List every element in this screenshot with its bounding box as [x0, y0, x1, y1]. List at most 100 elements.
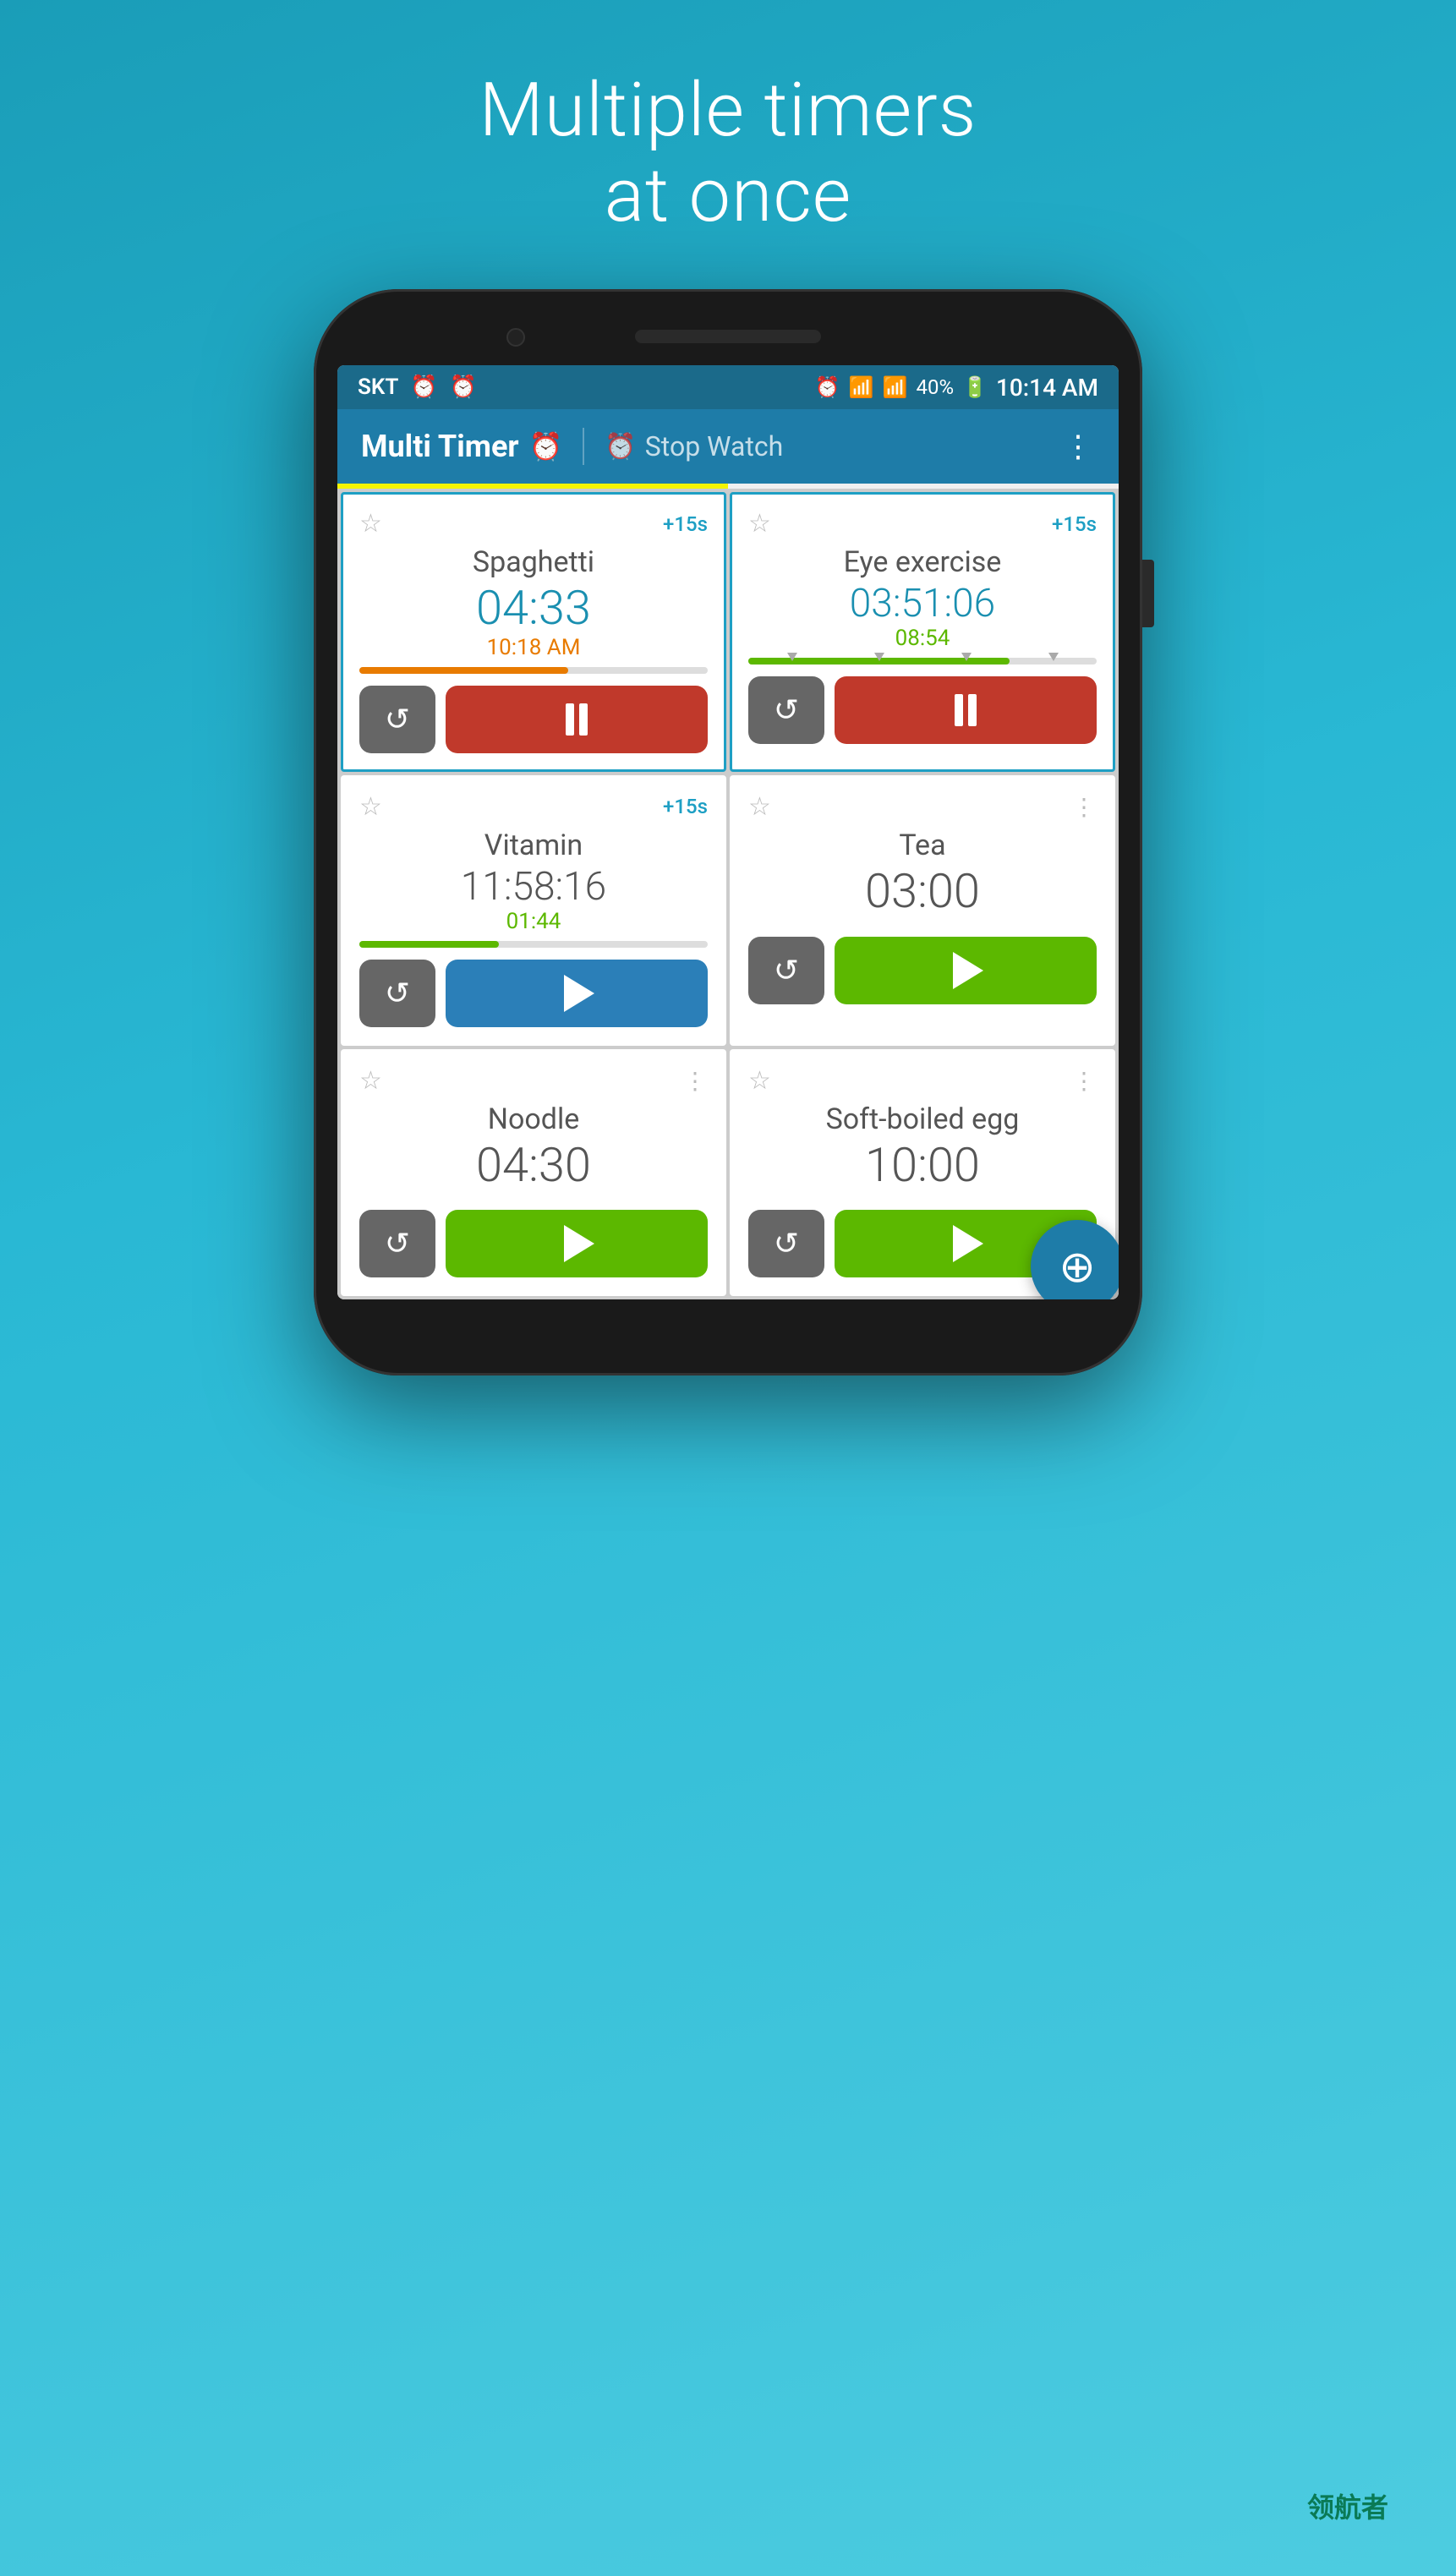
stopwatch-tab[interactable]: ⏰ Stop Watch — [605, 430, 783, 462]
plus15-eye[interactable]: +15s — [1052, 512, 1097, 536]
more-icon-egg[interactable]: ⋮ — [1072, 1067, 1097, 1095]
alarm-icon-2: ⏰ — [450, 375, 477, 400]
pause-bar-l2 — [955, 694, 963, 726]
play-icon-tea — [953, 952, 983, 989]
hero-line1: Multiple timers — [479, 68, 977, 153]
timer-time-spaghetti: 04:33 — [359, 582, 708, 635]
timer-card-noodle[interactable]: ☆ ⋮ Noodle 04:30 ↺ — [341, 1049, 726, 1297]
progress-fill-spaghetti — [359, 667, 568, 674]
hero-line2: at once — [479, 153, 977, 238]
btn-row-spaghetti: ↺ — [359, 686, 708, 753]
reset-btn-eye[interactable]: ↺ — [748, 676, 824, 744]
fab-add-icon: ⊕ — [1059, 1241, 1096, 1293]
phone-top-area — [337, 314, 1119, 365]
reset-icon-vitamin: ↺ — [385, 976, 410, 1011]
phone-speaker — [635, 330, 821, 343]
timer-card-vitamin[interactable]: ☆ +15s Vitamin 11:58:16 01:44 ↺ — [341, 775, 726, 1046]
play-icon-egg — [953, 1225, 983, 1262]
timer-alarm-vitamin: 01:44 — [359, 909, 708, 934]
star-icon-spaghetti[interactable]: ☆ — [359, 509, 382, 539]
plus15-spaghetti[interactable]: +15s — [663, 512, 708, 536]
status-time: 10:14 AM — [996, 374, 1098, 402]
app-title: Multi Timer ⏰ — [361, 429, 562, 464]
plus15-vitamin[interactable]: +15s — [663, 795, 708, 818]
timer-alarm-spaghetti: 10:18 AM — [359, 635, 708, 660]
signal-icon: 📶 — [883, 375, 908, 399]
timer-time-egg: 10:00 — [748, 1140, 1097, 1192]
hero-text: Multiple timers at once — [479, 68, 977, 238]
star-icon-eye[interactable]: ☆ — [748, 509, 771, 539]
play-btn-noodle[interactable] — [446, 1210, 708, 1277]
timer-time-vitamin: 11:58:16 — [359, 866, 708, 909]
timer-name-vitamin: Vitamin — [359, 829, 708, 862]
watermark: 领航者 — [1307, 2486, 1388, 2525]
star-icon-tea[interactable]: ☆ — [748, 792, 771, 822]
timer-name-spaghetti: Spaghetti — [359, 545, 708, 579]
timer-card-spaghetti[interactable]: ☆ +15s Spaghetti 04:33 10:18 AM ↺ — [341, 492, 726, 772]
tab-indicator-inactive — [728, 484, 1119, 489]
status-right: ⏰ 📶 📶 40% 🔋 10:14 AM — [815, 374, 1098, 402]
reset-btn-egg[interactable]: ↺ — [748, 1210, 824, 1277]
timer-top-noodle: ☆ ⋮ — [359, 1066, 708, 1096]
btn-row-noodle: ↺ — [359, 1210, 708, 1277]
stopwatch-label: Stop Watch — [645, 430, 783, 462]
reset-btn-noodle[interactable]: ↺ — [359, 1210, 435, 1277]
play-icon-noodle — [564, 1225, 594, 1262]
battery-pct: 40% — [916, 375, 954, 399]
more-icon-noodle[interactable]: ⋮ — [683, 1067, 708, 1095]
btn-row-eye: ↺ — [748, 676, 1097, 744]
pause-icon-spaghetti — [566, 703, 588, 736]
timer-card-eye[interactable]: ☆ +15s Eye exercise 03:51:06 08:54 — [730, 492, 1115, 772]
timer-time-noodle: 04:30 — [359, 1140, 708, 1192]
reset-icon-noodle: ↺ — [385, 1226, 410, 1261]
star-icon-noodle[interactable]: ☆ — [359, 1066, 382, 1096]
phone-wrapper: SKT ⏰ ⏰ ⏰ 📶 📶 40% 🔋 10:14 AM Multi Timer — [314, 289, 1142, 1376]
reset-icon-tea: ↺ — [774, 953, 799, 988]
pause-btn-eye[interactable] — [835, 676, 1097, 744]
timer-card-tea[interactable]: ☆ ⋮ Tea 03:00 ↺ — [730, 775, 1115, 1046]
timer-name-tea: Tea — [748, 829, 1097, 862]
battery-icon: 🔋 — [962, 375, 988, 399]
timer-top-eye: ☆ +15s — [748, 509, 1097, 539]
phone-bottom — [337, 1308, 1119, 1350]
tab-indicator — [337, 484, 1119, 489]
phone-screen: SKT ⏰ ⏰ ⏰ 📶 📶 40% 🔋 10:14 AM Multi Timer — [337, 365, 1119, 1299]
timer-time-eye: 03:51:06 — [748, 582, 1097, 626]
timer-top-egg: ☆ ⋮ — [748, 1066, 1097, 1096]
reset-btn-tea[interactable]: ↺ — [748, 937, 824, 1004]
timer-top-vitamin: ☆ +15s — [359, 792, 708, 822]
timer-alarm-eye: 08:54 — [748, 626, 1097, 651]
timer-clock-icon: ⏰ — [529, 430, 563, 462]
pause-bar-l — [566, 703, 574, 736]
pause-btn-spaghetti[interactable] — [446, 686, 708, 753]
carrier: SKT — [358, 375, 398, 400]
timer-name-eye: Eye exercise — [748, 545, 1097, 579]
stopwatch-icon: ⏰ — [605, 432, 636, 462]
progress-markers-eye — [748, 653, 1097, 661]
alarm-icon-1: ⏰ — [410, 375, 437, 400]
progress-bar-eye — [748, 658, 1097, 665]
tab-indicator-active — [337, 484, 728, 489]
reset-icon-spaghetti: ↺ — [385, 702, 410, 737]
reset-btn-vitamin[interactable]: ↺ — [359, 960, 435, 1027]
timer-name-noodle: Noodle — [359, 1102, 708, 1136]
play-btn-tea[interactable] — [835, 937, 1097, 1004]
reset-icon-egg: ↺ — [774, 1226, 799, 1261]
pause-icon-eye — [955, 694, 977, 726]
reset-btn-spaghetti[interactable]: ↺ — [359, 686, 435, 753]
app-bar-divider — [583, 428, 584, 465]
star-icon-egg[interactable]: ☆ — [748, 1066, 771, 1096]
btn-row-vitamin: ↺ — [359, 960, 708, 1027]
timer-card-egg[interactable]: ☆ ⋮ Soft-boiled egg 10:00 ↺ — [730, 1049, 1115, 1297]
app-title-text: Multi Timer — [361, 429, 519, 464]
pause-bar-r — [579, 703, 588, 736]
status-left: SKT ⏰ ⏰ — [358, 375, 477, 400]
more-icon-tea[interactable]: ⋮ — [1072, 793, 1097, 821]
play-btn-vitamin[interactable] — [446, 960, 708, 1027]
progress-bar-vitamin — [359, 941, 708, 948]
star-icon-vitamin[interactable]: ☆ — [359, 792, 382, 822]
timer-time-tea: 03:00 — [748, 866, 1097, 918]
alarm-icon-3: ⏰ — [815, 375, 840, 399]
status-bar: SKT ⏰ ⏰ ⏰ 📶 📶 40% 🔋 10:14 AM — [337, 365, 1119, 409]
more-button[interactable]: ⋮ — [1063, 429, 1095, 464]
